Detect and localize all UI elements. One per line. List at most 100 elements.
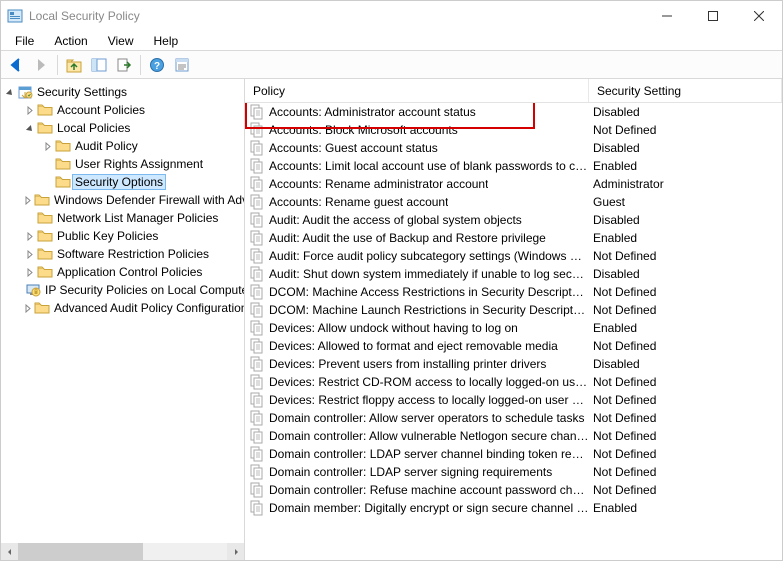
forward-button[interactable]	[30, 54, 52, 76]
menubar: File Action View Help	[1, 31, 782, 51]
back-button[interactable]	[5, 54, 27, 76]
tree-item[interactable]: Local Policies	[1, 119, 244, 137]
expand-toggle-icon[interactable]	[3, 86, 15, 98]
list-row[interactable]: Devices: Allowed to format and eject rem…	[245, 337, 782, 355]
help-button[interactable]: ?	[146, 54, 168, 76]
policy-icon	[249, 230, 265, 246]
list-row[interactable]: Devices: Prevent users from installing p…	[245, 355, 782, 373]
expand-toggle-icon[interactable]	[23, 266, 35, 278]
security-settings-icon	[17, 84, 33, 100]
tree-root[interactable]: Security Settings	[1, 83, 244, 101]
list-row[interactable]: Domain controller: LDAP server channel b…	[245, 445, 782, 463]
app-icon	[7, 8, 23, 24]
menu-action[interactable]: Action	[44, 32, 97, 50]
tree-item[interactable]: Software Restriction Policies	[1, 245, 244, 263]
list-row[interactable]: Audit: Shut down system immediately if u…	[245, 265, 782, 283]
folder-icon	[34, 300, 50, 316]
list-row[interactable]: Audit: Force audit policy subcategory se…	[245, 247, 782, 265]
show-hide-tree-button[interactable]	[88, 54, 110, 76]
expand-toggle-icon	[41, 176, 53, 188]
cell-policy: DCOM: Machine Access Restrictions in Sec…	[245, 284, 589, 300]
expand-toggle-icon[interactable]	[41, 140, 53, 152]
list-row[interactable]: Devices: Restrict CD-ROM access to local…	[245, 373, 782, 391]
tree[interactable]: Security SettingsAccount Policies Local P…	[1, 83, 244, 538]
tree-item[interactable]: IP Security Policies on Local Computer	[1, 281, 244, 299]
list-row[interactable]: Accounts: Rename administrator accountAd…	[245, 175, 782, 193]
expand-toggle-icon[interactable]	[23, 230, 35, 242]
column-header-policy[interactable]: Policy	[245, 79, 589, 102]
list-row[interactable]: Domain controller: Allow server operator…	[245, 409, 782, 427]
tree-item[interactable]: Public Key Policies	[1, 227, 244, 245]
policy-icon	[249, 356, 265, 372]
policy-text: Audit: Audit the access of global system…	[269, 213, 522, 227]
up-button[interactable]	[63, 54, 85, 76]
expand-toggle-icon[interactable]	[23, 302, 32, 314]
minimize-button[interactable]	[644, 1, 690, 31]
cell-setting: Not Defined	[589, 465, 782, 479]
list-row[interactable]: Domain member: Digitally encrypt or sign…	[245, 499, 782, 517]
policy-text: Accounts: Guest account status	[269, 141, 438, 155]
tree-item[interactable]: Network List Manager Policies	[1, 209, 244, 227]
scroll-left-button[interactable]	[1, 543, 18, 560]
list-pane: Policy Security Setting Accounts: Admini…	[245, 79, 782, 560]
tree-item[interactable]: Security Options	[1, 173, 244, 191]
tree-label: Advanced Audit Policy Configuration	[54, 301, 244, 315]
scroll-thumb[interactable]	[18, 543, 143, 560]
tree-item[interactable]: Windows Defender Firewall with Advanced …	[1, 191, 244, 209]
list-row[interactable]: Accounts: Block Microsoft accountsNot De…	[245, 121, 782, 139]
list-row[interactable]: Accounts: Rename guest accountGuest	[245, 193, 782, 211]
list-row[interactable]: Accounts: Guest account statusDisabled	[245, 139, 782, 157]
expand-toggle-icon[interactable]	[23, 248, 35, 260]
tree-horizontal-scrollbar[interactable]	[1, 543, 244, 560]
folder-icon	[37, 264, 53, 280]
list-row[interactable]: Devices: Restrict floppy access to local…	[245, 391, 782, 409]
cell-policy: Audit: Shut down system immediately if u…	[245, 266, 589, 282]
list-row[interactable]: Domain controller: Refuse machine accoun…	[245, 481, 782, 499]
tree-label: Security Options	[72, 174, 166, 190]
close-button[interactable]	[736, 1, 782, 31]
svg-text:?: ?	[154, 61, 160, 72]
folder-icon	[34, 192, 50, 208]
policy-icon	[249, 482, 265, 498]
tree-label: Local Policies	[57, 121, 130, 135]
policy-text: Audit: Shut down system immediately if u…	[269, 267, 589, 281]
tree-item[interactable]: Account Policies	[1, 101, 244, 119]
folder-icon	[37, 102, 53, 118]
scroll-track[interactable]	[18, 543, 227, 560]
folder-icon	[37, 210, 53, 226]
cell-policy: Domain controller: LDAP server signing r…	[245, 464, 589, 480]
list-row[interactable]: Audit: Audit the access of global system…	[245, 211, 782, 229]
tree-item[interactable]: Advanced Audit Policy Configuration	[1, 299, 244, 317]
cell-setting: Disabled	[589, 267, 782, 281]
policy-text: Domain controller: Allow vulnerable Netl…	[269, 429, 589, 443]
menu-help[interactable]: Help	[144, 32, 189, 50]
list-row[interactable]: Domain controller: LDAP server signing r…	[245, 463, 782, 481]
list-body[interactable]: Accounts: Administrator account statusDi…	[245, 103, 782, 560]
cell-policy: Audit: Audit the use of Backup and Resto…	[245, 230, 589, 246]
maximize-button[interactable]	[690, 1, 736, 31]
list-row[interactable]: Audit: Audit the use of Backup and Resto…	[245, 229, 782, 247]
column-header-setting[interactable]: Security Setting	[589, 79, 782, 102]
menu-file[interactable]: File	[5, 32, 44, 50]
menu-view[interactable]: View	[98, 32, 144, 50]
expand-toggle-icon[interactable]	[23, 122, 35, 134]
tree-item[interactable]: Application Control Policies	[1, 263, 244, 281]
expand-toggle-icon[interactable]	[23, 194, 32, 206]
list-row[interactable]: Accounts: Administrator account statusDi…	[245, 103, 782, 121]
cell-policy: Audit: Audit the access of global system…	[245, 212, 589, 228]
toolbar-separator	[140, 55, 141, 75]
scroll-right-button[interactable]	[227, 543, 244, 560]
list-row[interactable]: Domain controller: Allow vulnerable Netl…	[245, 427, 782, 445]
tree-item[interactable]: Audit Policy	[1, 137, 244, 155]
list-row[interactable]: Devices: Allow undock without having to …	[245, 319, 782, 337]
policy-text: Accounts: Limit local account use of bla…	[269, 159, 589, 173]
policy-icon	[249, 374, 265, 390]
properties-button[interactable]	[171, 54, 193, 76]
tree-label: Software Restriction Policies	[57, 247, 209, 261]
list-row[interactable]: DCOM: Machine Launch Restrictions in Sec…	[245, 301, 782, 319]
tree-item[interactable]: User Rights Assignment	[1, 155, 244, 173]
expand-toggle-icon[interactable]	[23, 104, 35, 116]
export-button[interactable]	[113, 54, 135, 76]
list-row[interactable]: Accounts: Limit local account use of bla…	[245, 157, 782, 175]
list-row[interactable]: DCOM: Machine Access Restrictions in Sec…	[245, 283, 782, 301]
